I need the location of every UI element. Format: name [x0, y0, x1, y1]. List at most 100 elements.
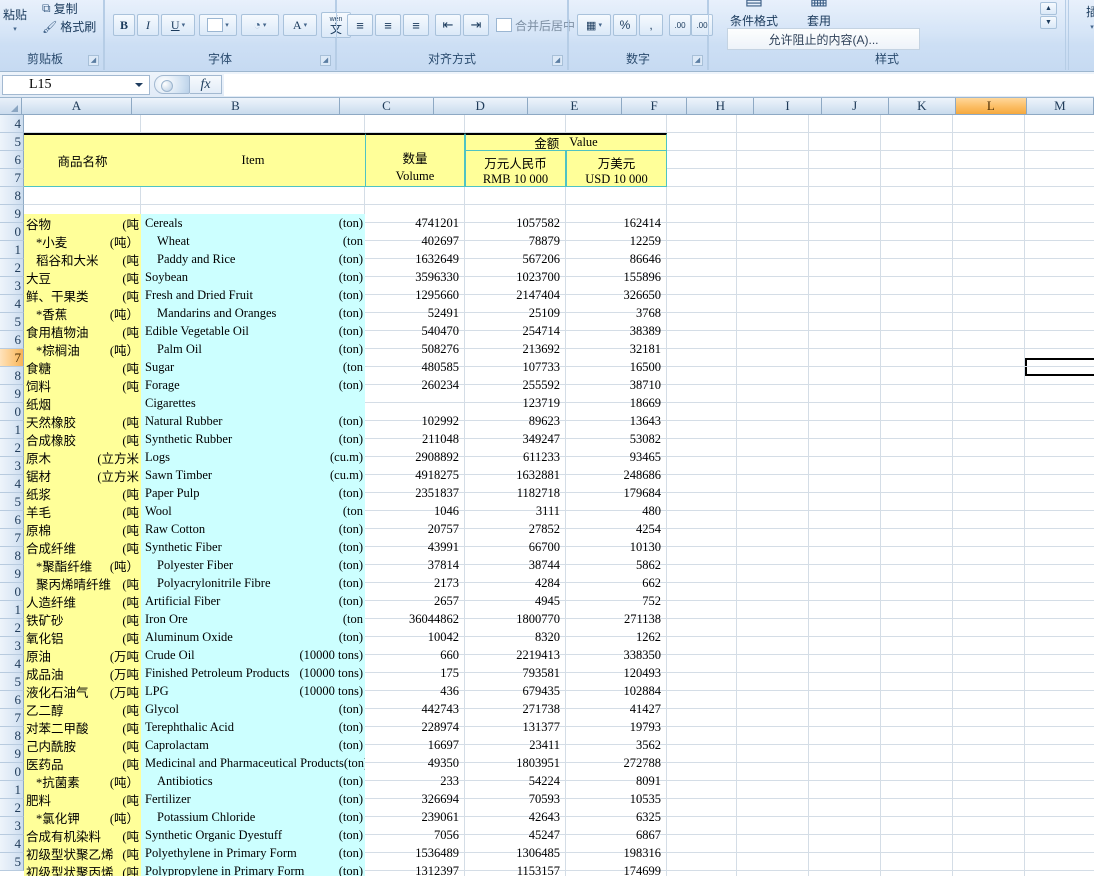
- cell-usd[interactable]: 3768: [566, 304, 667, 322]
- column-header-i[interactable]: I: [754, 98, 822, 115]
- cell-name-cn[interactable]: *小麦 (吨）: [24, 232, 141, 250]
- row-header[interactable]: 8: [0, 367, 24, 385]
- cell-usd[interactable]: 248686: [566, 466, 667, 484]
- cell-name-en[interactable]: Potassium Chloride (ton): [141, 808, 365, 826]
- row-header[interactable]: 1: [0, 781, 24, 799]
- row-header[interactable]: 3: [0, 817, 24, 835]
- name-box[interactable]: L15: [2, 74, 150, 95]
- align-center-button[interactable]: ≡: [375, 14, 401, 36]
- cell-name-en[interactable]: Synthetic Rubber (ton): [141, 430, 365, 448]
- cell-rmb[interactable]: 1057582: [465, 214, 566, 232]
- cell-rmb[interactable]: 131377: [465, 718, 566, 736]
- cell-volume[interactable]: 36044862: [365, 610, 465, 628]
- cell-name-cn[interactable]: *香蕉 (吨）: [24, 304, 141, 322]
- row-header[interactable]: 2: [0, 619, 24, 637]
- alignment-dialog-launcher[interactable]: ◢: [552, 55, 563, 66]
- row-header[interactable]: 6: [0, 151, 24, 169]
- cell-rmb[interactable]: 793581: [465, 664, 566, 682]
- row-header[interactable]: 5: [0, 493, 24, 511]
- cell-volume[interactable]: 211048: [365, 430, 465, 448]
- cell-usd[interactable]: 41427: [566, 700, 667, 718]
- row-header[interactable]: 5: [0, 313, 24, 331]
- row-header[interactable]: 9: [0, 565, 24, 583]
- row-header[interactable]: 4: [0, 655, 24, 673]
- table-header-volume[interactable]: 数量 Volume: [365, 133, 465, 187]
- cell-name-cn[interactable]: 原油 (万吨: [24, 646, 141, 664]
- table-header-usd[interactable]: 万美元 USD 10 000: [566, 151, 667, 187]
- cell-name-en[interactable]: Glycol (ton): [141, 700, 365, 718]
- column-header-m[interactable]: M: [1026, 98, 1094, 115]
- cell-name-en[interactable]: Finished Petroleum Products (10000 tons): [141, 664, 365, 682]
- cell-name-en[interactable]: Synthetic Organic Dyestuff (ton): [141, 826, 365, 844]
- cell-volume[interactable]: 37814: [365, 556, 465, 574]
- cell-name-en[interactable]: Cereals (ton): [141, 214, 365, 232]
- paste-button[interactable]: 粘贴 ▾: [0, 2, 37, 36]
- cell-name-cn[interactable]: 氧化铝 (吨: [24, 628, 141, 646]
- row-header[interactable]: 6: [0, 511, 24, 529]
- row-header[interactable]: 0: [0, 583, 24, 601]
- cell-rmb[interactable]: 70593: [465, 790, 566, 808]
- cell-rmb[interactable]: 45247: [465, 826, 566, 844]
- row-header[interactable]: 8: [0, 727, 24, 745]
- cell-name-en[interactable]: Mandarins and Oranges (ton): [141, 304, 365, 322]
- borders-button[interactable]: ▾: [199, 14, 237, 36]
- cell-name-en[interactable]: Polyacrylonitrile Fibre (ton): [141, 574, 365, 592]
- cell-usd[interactable]: 198316: [566, 844, 667, 862]
- cell-name-en[interactable]: Artificial Fiber (ton): [141, 592, 365, 610]
- cell-name-cn[interactable]: 人造纤维 (吨: [24, 592, 141, 610]
- cell-name-cn[interactable]: 锯材 (立方米: [24, 466, 141, 484]
- cell-name-cn[interactable]: 天然橡胶 (吨: [24, 412, 141, 430]
- cell-name-en[interactable]: Wheat (ton: [141, 232, 365, 250]
- cell-name-en[interactable]: Aluminum Oxide (ton): [141, 628, 365, 646]
- cell-usd[interactable]: 12259: [566, 232, 667, 250]
- cell-rmb[interactable]: 27852: [465, 520, 566, 538]
- cell-name-en[interactable]: Fresh and Dried Fruit (ton): [141, 286, 365, 304]
- cell-usd[interactable]: 19793: [566, 718, 667, 736]
- cell-name-en[interactable]: Sawn Timber (cu.m): [141, 466, 365, 484]
- align-left-button[interactable]: ≡: [347, 14, 373, 36]
- cell-name-en[interactable]: Natural Rubber (ton): [141, 412, 365, 430]
- font-dialog-launcher[interactable]: ◢: [320, 55, 331, 66]
- cell-usd[interactable]: 174699: [566, 862, 667, 876]
- row-header[interactable]: 8: [0, 187, 24, 205]
- row-header[interactable]: 6: [0, 691, 24, 709]
- cell-name-en[interactable]: Polyethylene in Primary Form (ton): [141, 844, 365, 862]
- copy-button[interactable]: ⧉ 复制: [41, 0, 103, 17]
- cell-name-en[interactable]: Iron Ore (ton: [141, 610, 365, 628]
- cell-usd[interactable]: 480: [566, 502, 667, 520]
- cell-name-en[interactable]: LPG (10000 tons): [141, 682, 365, 700]
- cell-volume[interactable]: 239061: [365, 808, 465, 826]
- cell-volume[interactable]: 480585: [365, 358, 465, 376]
- cell-volume[interactable]: 52491: [365, 304, 465, 322]
- clipboard-dialog-launcher[interactable]: ◢: [88, 55, 99, 66]
- cell-name-cn[interactable]: 初级型状聚丙烯 (吨: [24, 862, 141, 876]
- cell-name-cn[interactable]: 聚丙烯晴纤维 (吨: [24, 574, 141, 592]
- cell-rmb[interactable]: 42643: [465, 808, 566, 826]
- cell-name-cn[interactable]: 医药品 (吨: [24, 754, 141, 772]
- row-header[interactable]: 1: [0, 241, 24, 259]
- cell-name-en[interactable]: Polyester Fiber (ton): [141, 556, 365, 574]
- cell-usd[interactable]: 752: [566, 592, 667, 610]
- cell-rmb[interactable]: 25109: [465, 304, 566, 322]
- column-header-a[interactable]: A: [22, 98, 132, 115]
- cell-usd[interactable]: 10130: [566, 538, 667, 556]
- cell-rmb[interactable]: 271738: [465, 700, 566, 718]
- cell-name-cn[interactable]: 合成有机染料 (吨: [24, 826, 141, 844]
- format-as-table-button[interactable]: ▦ 套用: [793, 0, 845, 30]
- cell-name-cn[interactable]: 铁矿砂 (吨: [24, 610, 141, 628]
- cell-name-cn[interactable]: 鲜、干果类 (吨: [24, 286, 141, 304]
- cell-volume[interactable]: 1632649: [365, 250, 465, 268]
- row-header[interactable]: 0: [0, 763, 24, 781]
- cell-rmb[interactable]: 1182718: [465, 484, 566, 502]
- column-header-e[interactable]: E: [527, 98, 622, 115]
- column-header-h[interactable]: H: [687, 98, 755, 115]
- cell-name-en[interactable]: Cigarettes: [141, 394, 365, 412]
- cell-volume[interactable]: 2351837: [365, 484, 465, 502]
- italic-button[interactable]: I: [137, 14, 159, 36]
- cell-name-en[interactable]: Synthetic Fiber (ton): [141, 538, 365, 556]
- cell-name-en[interactable]: Caprolactam (ton): [141, 736, 365, 754]
- table-header-name-en[interactable]: Item: [141, 133, 365, 187]
- cell-name-cn[interactable]: 合成橡胶 (吨: [24, 430, 141, 448]
- decrease-indent-button[interactable]: ⇤: [435, 14, 461, 36]
- cell-volume[interactable]: 49350: [365, 754, 465, 772]
